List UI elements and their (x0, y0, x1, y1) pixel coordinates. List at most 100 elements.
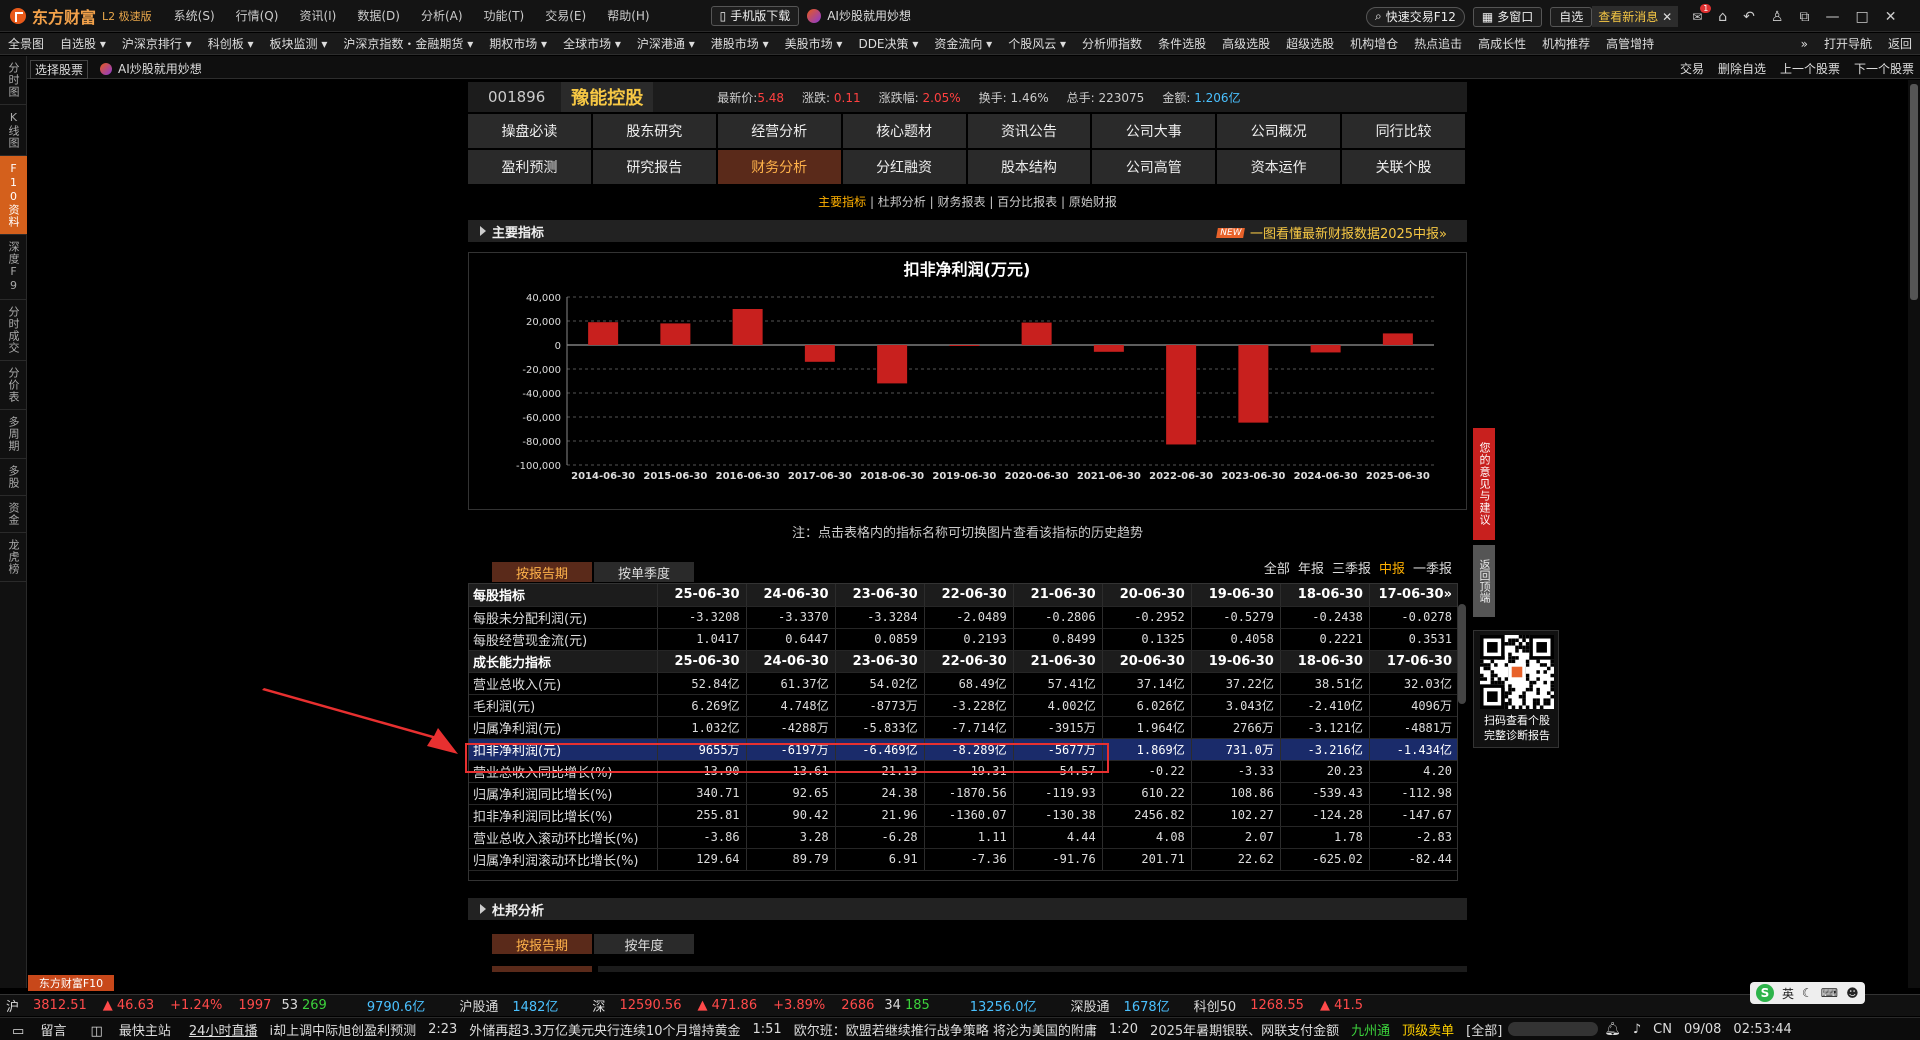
rail-item-0[interactable]: 分时图 (0, 56, 27, 105)
tab-r1-1[interactable]: 股东研究 (592, 114, 716, 148)
table-row[interactable]: 每股未分配利润(元) -3.3208 -3.3370 -3.3284 -2.0489 -0… (469, 606, 1457, 629)
table-header-growth[interactable]: 成长能力指标 25-06-30 24-06-30 23-06-30 22-06-30 21… (469, 650, 1457, 673)
shirt-icon[interactable]: ♙ (1771, 9, 1784, 25)
minimize-icon[interactable]: — (1825, 9, 1839, 25)
quick-trade-button[interactable]: ⌕ 快速交易F12 (1366, 6, 1465, 27)
bell-icon[interactable]: 🔔︎ (1598, 1022, 1627, 1037)
nav-item-17[interactable]: 超级选股 (1278, 35, 1342, 52)
filter-1[interactable]: 年报 (1298, 562, 1324, 577)
tab-r1-5[interactable]: 公司大事 (1092, 114, 1216, 148)
tab-r2-2[interactable]: 财务分析 (717, 150, 841, 184)
title-menu-item-1[interactable]: 行情(Q) (236, 9, 279, 23)
period-tab-1[interactable]: 按单季度 (594, 562, 694, 582)
page-scroll-thumb[interactable] (1910, 84, 1918, 300)
title-menu-item-4[interactable]: 分析(A) (421, 9, 463, 23)
table-scrollbar[interactable] (1458, 604, 1466, 704)
table-row[interactable]: 营业总收入滚动环比增长(%) -3.86 3.28 -6.28 1.11 4.44 4.08… (469, 826, 1457, 849)
tab-r2-5[interactable]: 公司高管 (1092, 150, 1216, 184)
sub-toolbar-item-3[interactable]: 下一个股票 (1854, 60, 1914, 77)
volume-icon[interactable]: ♪ (1627, 1022, 1647, 1037)
rail-item-5[interactable]: 分价表 (0, 361, 27, 410)
nav-item-18[interactable]: 机构增仓 (1342, 35, 1406, 52)
mail-icon[interactable]: ✉ 1 (1692, 3, 1712, 24)
filter-0[interactable]: 全部 (1264, 562, 1290, 577)
news-item-1[interactable]: i却上调中际旭创盈利预测 (263, 1020, 422, 1039)
report-link[interactable]: NEW 一图看懂最新财报数据2025中报» (1215, 223, 1447, 242)
nav-item-1[interactable]: 自选股 ▾ (52, 35, 114, 52)
table-row[interactable]: 毛利润(元) 6.269亿 4.748亿 -8773万 -3.228亿 4.002亿 6.0… (469, 694, 1457, 717)
sublink-2[interactable]: 财务报表 (937, 195, 985, 209)
filter-4[interactable]: 一季报 (1413, 562, 1452, 577)
row-label[interactable]: 归属净利润同比增长(%) (469, 782, 658, 805)
news-item-2[interactable]: 外储再超3.3万亿美元央行连续10个月增持黄金 (463, 1020, 746, 1039)
rail-item-1[interactable]: K线图 (0, 105, 27, 156)
tab-r2-1[interactable]: 研究报告 (592, 150, 716, 184)
nav-item-13[interactable]: 个股风云 ▾ (1000, 35, 1074, 52)
nav-item-5[interactable]: 沪深京指数・金融期货 ▾ (335, 35, 481, 52)
dupont-period-tab-1[interactable]: 按年度 (594, 934, 694, 954)
tab-r2-3[interactable]: 分红融资 (842, 150, 966, 184)
nav-item-7[interactable]: 全球市场 ▾ (555, 35, 629, 52)
tab-r2-4[interactable]: 股本结构 (967, 150, 1091, 184)
news-button[interactable]: 查看新消息 ✕ (1592, 6, 1679, 27)
nav-item-14[interactable]: 分析师指数 (1074, 35, 1150, 52)
filter-2[interactable]: 三季报 (1332, 562, 1371, 577)
rail-item-9[interactable]: 龙虎榜 (0, 533, 27, 582)
nav-item-10[interactable]: 美股市场 ▾ (777, 35, 851, 52)
news-item-3[interactable]: 欧尔班：欧盟若继续推行战争策略 将沦为美国的附庸 (788, 1020, 1103, 1039)
sub-toolbar-item-2[interactable]: 上一个股票 (1780, 60, 1840, 77)
nav-item-19[interactable]: 热点追击 (1406, 35, 1470, 52)
select-stock-button[interactable]: 选择股票 (30, 60, 89, 79)
filter-3[interactable]: 中报 (1379, 562, 1405, 577)
all-filter[interactable]: [全部] (1460, 1020, 1508, 1039)
nav-item-16[interactable]: 高级选股 (1214, 35, 1278, 52)
nav-item-12[interactable]: 资金流向 ▾ (926, 35, 1000, 52)
table-row[interactable]: 每股经营现金流(元) 1.0417 0.6447 0.0859 0.2193 0.8499… (469, 628, 1457, 651)
table-row[interactable]: 扣非净利润同比增长(%) 255.81 90.42 21.96 -1360.07 -130… (469, 804, 1457, 827)
restore-icon[interactable]: ⧉ (1799, 9, 1809, 25)
f10-bottom-tab[interactable]: 东方财富F10 (28, 975, 114, 991)
rail-item-6[interactable]: 多周期 (0, 410, 27, 459)
ime-toolbar[interactable]: S 英 ☾ ⌨ ☻ (1750, 982, 1865, 1004)
period-tab-0[interactable]: 按报告期 (492, 562, 592, 582)
row-label[interactable]: 毛利润(元) (469, 694, 658, 717)
tab-r2-7[interactable]: 关联个股 (1342, 150, 1465, 184)
nav-item-24[interactable]: 打开导航 (1816, 35, 1880, 52)
tab-r1-2[interactable]: 经营分析 (717, 114, 841, 148)
news-item-4[interactable]: 2025年暑期银联、网联支付金额 (1144, 1020, 1345, 1039)
title-menu-item-6[interactable]: 交易(E) (545, 9, 586, 23)
tab-r2-6[interactable]: 资本运作 (1217, 150, 1341, 184)
nav-item-6[interactable]: 期权市场 ▾ (481, 35, 555, 52)
sublink-0[interactable]: 主要指标 (818, 195, 866, 209)
sub-toolbar-item-1[interactable]: 删除自选 (1718, 60, 1766, 77)
nav-item-9[interactable]: 港股市场 ▾ (703, 35, 777, 52)
table-row[interactable]: 归属净利润(元) 1.032亿 -4288万 -5.833亿 -7.714亿 -3915万… (469, 716, 1457, 739)
rail-item-7[interactable]: 多股 (0, 459, 27, 496)
tab-r1-3[interactable]: 核心题材 (842, 114, 966, 148)
nav-item-4[interactable]: 板块监测 ▾ (262, 35, 336, 52)
qr-panel[interactable]: 扫码查看个股 完整诊断报告 (1473, 630, 1559, 748)
table-row[interactable]: 归属净利润滚动环比增长(%) 129.64 89.79 6.91 -7.36 -91.76… (469, 848, 1457, 871)
maximize-icon[interactable]: □ (1855, 9, 1868, 25)
nav-item-2[interactable]: 沪深京排行 ▾ (114, 35, 200, 52)
row-label[interactable]: 每股经营现金流(元) (469, 628, 658, 651)
live-link[interactable]: 24小时直播 (183, 1020, 264, 1039)
nav-item-21[interactable]: 机构推荐 (1534, 35, 1598, 52)
alert-stock[interactable]: 九州通 (1345, 1020, 1396, 1039)
rail-item-2[interactable]: F10资料 (0, 156, 27, 235)
dupont-period-tab-0[interactable]: 按报告期 (492, 934, 592, 954)
table-header-pershare[interactable]: 每股指标 25-06-30 24-06-30 23-06-30 22-06-30 21-0… (469, 584, 1457, 607)
table-row[interactable]: 营业总收入(元) 52.84亿 61.37亿 54.02亿 68.49亿 57.41亿 37… (469, 672, 1457, 695)
table-row[interactable]: 归属净利润同比增长(%) 340.71 92.65 24.38 -1870.56 -119… (469, 782, 1457, 805)
row-label[interactable]: 归属净利润(元) (469, 716, 658, 739)
row-label[interactable]: 成长能力指标 (469, 650, 658, 673)
nav-item-23[interactable]: » (1793, 37, 1816, 51)
search-box[interactable] (1508, 1022, 1599, 1036)
nav-item-11[interactable]: DDE决策 ▾ (850, 35, 926, 52)
undo-icon[interactable]: ↶ (1743, 9, 1755, 25)
sub-toolbar-item-0[interactable]: 交易 (1680, 60, 1704, 77)
row-label[interactable]: 营业总收入滚动环比增长(%) (469, 826, 658, 849)
rail-item-8[interactable]: 资金 (0, 496, 27, 533)
nav-item-22[interactable]: 高管增持 (1598, 35, 1662, 52)
mobile-download-button[interactable]: ▯ 手机版下载 (710, 5, 800, 26)
